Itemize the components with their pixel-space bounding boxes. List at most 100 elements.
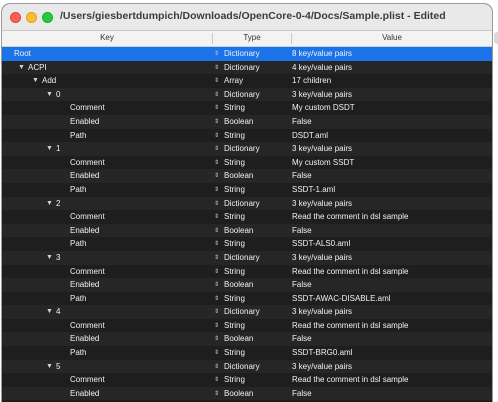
row-type[interactable]: String	[224, 185, 245, 195]
type-popup-arrows-icon[interactable]: ⇕	[214, 239, 219, 249]
row-key[interactable]: Comment	[70, 267, 105, 277]
outline-row[interactable]: Path ⇕ String SSDT-AWAC-DISABLE.aml	[2, 292, 492, 306]
row-type[interactable]: String	[224, 375, 245, 385]
row-key[interactable]: Enabled	[70, 226, 99, 236]
row-value[interactable]: DSDT.aml	[292, 131, 328, 141]
row-type[interactable]: String	[224, 294, 245, 304]
row-type[interactable]: String	[224, 239, 245, 249]
row-type[interactable]: String	[224, 348, 245, 358]
row-value[interactable]: Read the comment in dsl sample	[292, 375, 409, 385]
type-popup-arrows-icon[interactable]: ⇕	[214, 375, 219, 385]
row-value[interactable]: Read the comment in dsl sample	[292, 321, 409, 331]
row-key[interactable]: Path	[70, 239, 86, 249]
type-popup-arrows-icon[interactable]: ⇕	[214, 389, 219, 399]
row-type[interactable]: Dictionary	[224, 144, 260, 154]
row-value[interactable]: SSDT-ALS0.aml	[292, 239, 350, 249]
type-popup-arrows-icon[interactable]: ⇕	[214, 334, 219, 344]
row-key[interactable]: Path	[70, 348, 86, 358]
outline-row[interactable]: Root ⇕ Dictionary 8 key/value pairs	[2, 47, 492, 61]
column-header-key[interactable]: Key	[2, 33, 212, 42]
disclosure-triangle-icon[interactable]: ▼	[46, 253, 53, 263]
row-type[interactable]: Boolean	[224, 280, 253, 290]
row-type[interactable]: String	[224, 267, 245, 277]
type-popup-arrows-icon[interactable]: ⇕	[214, 158, 219, 168]
row-type[interactable]: Dictionary	[224, 63, 260, 73]
row-value[interactable]: False	[292, 389, 312, 399]
row-value[interactable]: My custom SSDT	[292, 158, 354, 168]
zoom-window-button[interactable]	[42, 12, 53, 23]
outline-row[interactable]: Enabled ⇕ Boolean False	[2, 114, 492, 129]
row-key[interactable]: Comment	[70, 321, 105, 331]
disclosure-triangle-icon[interactable]: ▼	[46, 90, 53, 100]
row-value[interactable]: 17 children	[292, 76, 331, 86]
outline-row[interactable]: Path ⇕ String SSDT-1.aml	[2, 183, 492, 197]
row-value[interactable]: SSDT-BRG0.aml	[292, 348, 352, 358]
type-popup-arrows-icon[interactable]: ⇕	[214, 307, 219, 317]
outline-row[interactable]: Comment ⇕ String Read the comment in dsl sa…	[2, 373, 492, 387]
row-value[interactable]: 3 key/value pairs	[292, 362, 352, 372]
row-type[interactable]: String	[224, 212, 245, 222]
column-header-type[interactable]: Type	[213, 33, 291, 42]
row-value[interactable]: 3 key/value pairs	[292, 144, 352, 154]
row-key[interactable]: Comment	[70, 103, 105, 113]
type-popup-arrows-icon[interactable]: ⇕	[214, 63, 219, 73]
row-key[interactable]: Add	[42, 76, 56, 86]
row-type[interactable]: Boolean	[224, 389, 253, 399]
row-type[interactable]: Dictionary	[224, 90, 260, 100]
row-key[interactable]: Enabled	[70, 389, 99, 399]
row-value[interactable]: False	[292, 280, 312, 290]
row-key[interactable]: Enabled	[70, 280, 99, 290]
column-header-value[interactable]: Value	[292, 33, 492, 42]
row-type[interactable]: String	[224, 158, 245, 168]
disclosure-triangle-icon[interactable]: ▼	[46, 144, 53, 154]
row-key[interactable]: 4	[56, 307, 60, 317]
type-popup-arrows-icon[interactable]: ⇕	[214, 131, 219, 141]
row-key[interactable]: ACPI	[28, 63, 47, 73]
outline-row[interactable]: Comment ⇕ String Read the comment in dsl sa…	[2, 210, 492, 224]
type-popup-arrows-icon[interactable]: ⇕	[214, 267, 219, 277]
row-value[interactable]: SSDT-AWAC-DISABLE.aml	[292, 294, 391, 304]
row-value[interactable]: False	[292, 117, 312, 127]
outline-row[interactable]: Enabled ⇕ Boolean False	[2, 332, 492, 347]
row-value[interactable]: 3 key/value pairs	[292, 307, 352, 317]
type-popup-arrows-icon[interactable]: ⇕	[214, 280, 219, 290]
disclosure-triangle-icon[interactable]: ▼	[46, 307, 53, 317]
row-value[interactable]: 4 key/value pairs	[292, 63, 352, 73]
row-value[interactable]: 3 key/value pairs	[292, 199, 352, 209]
row-key[interactable]: Enabled	[70, 171, 99, 181]
row-value[interactable]: False	[292, 226, 312, 236]
outline-row[interactable]: ▼ Add ⇕ Array 17 children	[2, 74, 492, 88]
type-popup-arrows-icon[interactable]: ⇕	[214, 90, 219, 100]
outline-row[interactable]: ▼ 3 ⇕ Dictionary 3 key/value pairs	[2, 250, 492, 265]
row-key[interactable]: 5	[56, 362, 60, 372]
disclosure-triangle-icon[interactable]: ▼	[46, 362, 53, 372]
row-key[interactable]: Comment	[70, 212, 105, 222]
scrollbar[interactable]	[494, 32, 498, 44]
row-key[interactable]: Comment	[70, 375, 105, 385]
outline-row[interactable]: Path ⇕ String SSDT-ALS0.aml	[2, 237, 492, 251]
row-key[interactable]: Path	[70, 131, 86, 141]
row-key[interactable]: Path	[70, 185, 86, 195]
row-type[interactable]: Boolean	[224, 117, 253, 127]
close-window-button[interactable]	[10, 12, 21, 23]
minimize-window-button[interactable]	[26, 12, 37, 23]
outline-row[interactable]: ▼ 0 ⇕ Dictionary 3 key/value pairs	[2, 87, 492, 102]
row-key[interactable]: Path	[70, 294, 86, 304]
row-type[interactable]: String	[224, 321, 245, 331]
type-popup-arrows-icon[interactable]: ⇕	[214, 212, 219, 222]
outline-row[interactable]: Enabled ⇕ Boolean False	[2, 386, 492, 401]
outline-row[interactable]: Enabled ⇕ Boolean False	[2, 223, 492, 238]
row-key[interactable]: Enabled	[70, 117, 99, 127]
outline-row[interactable]: ▼ 2 ⇕ Dictionary 3 key/value pairs	[2, 196, 492, 211]
row-type[interactable]: Dictionary	[224, 362, 260, 372]
title-bar[interactable]: /Users/giesbertdumpich/Downloads/OpenCor…	[2, 4, 492, 31]
row-key[interactable]: Root	[14, 49, 31, 59]
type-popup-arrows-icon[interactable]: ⇕	[214, 103, 219, 113]
row-type[interactable]: Boolean	[224, 226, 253, 236]
row-type[interactable]: Boolean	[224, 334, 253, 344]
type-popup-arrows-icon[interactable]: ⇕	[214, 362, 219, 372]
outline-row[interactable]: Path ⇕ String SSDT-BRG0.aml	[2, 346, 492, 360]
outline-row[interactable]: ▼ ACPI ⇕ Dictionary 4 key/value pairs	[2, 60, 492, 75]
outline-row[interactable]: Comment ⇕ String Read the comment in dsl sa…	[2, 265, 492, 279]
type-popup-arrows-icon[interactable]: ⇕	[214, 117, 219, 127]
